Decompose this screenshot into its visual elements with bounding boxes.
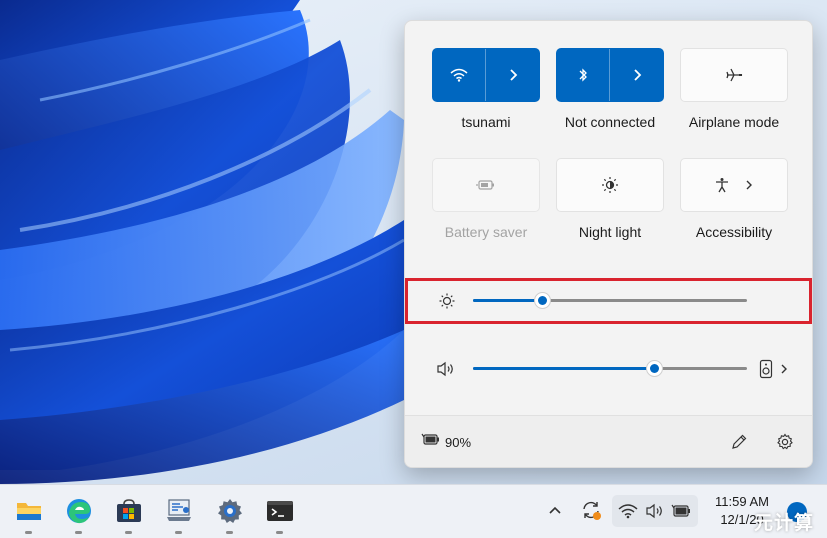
- night-light-tile-label: Night light: [545, 224, 675, 240]
- pencil-icon: [730, 433, 748, 451]
- chevron-right-icon: [779, 363, 789, 375]
- speaker-icon: [436, 361, 456, 377]
- open-settings-button[interactable]: [774, 431, 796, 453]
- show-hidden-icons-button[interactable]: [544, 499, 566, 521]
- accessibility-icon: [714, 177, 730, 193]
- wifi-icon: [450, 68, 468, 82]
- night-light-icon: [601, 176, 619, 194]
- brightness-slider[interactable]: [473, 299, 747, 302]
- battery-status[interactable]: [421, 432, 441, 446]
- chevron-right-icon: [632, 68, 642, 82]
- accessibility-tile[interactable]: [680, 158, 788, 212]
- audio-output-button[interactable]: [759, 358, 795, 380]
- taskbar-app-edge[interactable]: [62, 494, 96, 528]
- running-indicator: [125, 531, 132, 534]
- folder-icon: [15, 499, 43, 523]
- brightness-icon: [438, 292, 456, 310]
- gear-icon: [776, 433, 794, 451]
- brightness-slider-row: [405, 278, 813, 324]
- battery-icon: [421, 432, 441, 446]
- taskbar-app-device-manager[interactable]: [162, 494, 196, 528]
- bluetooth-tile-label: Not connected: [545, 114, 675, 130]
- accessibility-tile-label: Accessibility: [669, 224, 799, 240]
- volume-slider-row: [405, 347, 813, 393]
- battery-saver-tile-label: Battery saver: [421, 224, 551, 240]
- quick-settings-footer: 90%: [405, 415, 813, 468]
- device-manager-icon: [165, 498, 193, 524]
- wifi-expand-button[interactable]: [486, 49, 539, 101]
- taskbar: 11:59 AM 12/1/20: [0, 484, 827, 538]
- wifi-tile[interactable]: [432, 48, 540, 102]
- taskbar-app-store[interactable]: [112, 494, 146, 528]
- store-icon: [115, 498, 143, 524]
- sync-icon: [580, 499, 602, 521]
- quick-settings-tray-button[interactable]: [612, 495, 698, 527]
- battery-saver-tile[interactable]: [432, 158, 540, 212]
- wifi-tile-label: tsunami: [421, 114, 551, 130]
- terminal-icon: [266, 499, 294, 523]
- wifi-toggle[interactable]: [433, 49, 486, 101]
- watermark-text: 元计算: [754, 508, 814, 535]
- battery-icon: [671, 503, 693, 519]
- taskbar-app-settings[interactable]: [213, 494, 247, 528]
- running-indicator: [276, 531, 283, 534]
- speaker-icon: [645, 503, 665, 519]
- battery-saver-icon: [476, 178, 496, 192]
- volume-slider-thumb[interactable]: [646, 360, 663, 377]
- chevron-up-icon: [548, 505, 562, 515]
- bluetooth-icon: [578, 67, 588, 83]
- gear-icon: [216, 497, 244, 525]
- airplane-mode-tile-label: Airplane mode: [669, 114, 799, 130]
- running-indicator: [25, 531, 32, 534]
- volume-slider-fill: [473, 367, 654, 370]
- battery-percentage: 90%: [445, 435, 471, 450]
- airplane-mode-tile[interactable]: [680, 48, 788, 102]
- chevron-right-icon: [744, 179, 754, 191]
- wifi-icon: [618, 503, 638, 519]
- chevron-right-icon: [508, 68, 518, 82]
- taskbar-app-terminal[interactable]: [263, 494, 297, 528]
- running-indicator: [226, 531, 233, 534]
- brightness-slider-thumb[interactable]: [534, 292, 551, 309]
- airplane-icon: [725, 66, 743, 84]
- quick-settings-flyout: tsunami Not connected Airplane mode Batt…: [404, 20, 813, 468]
- audio-output-icon: [759, 359, 773, 379]
- edit-quick-settings-button[interactable]: [728, 431, 750, 453]
- windows-update-tray-icon[interactable]: [580, 499, 602, 521]
- volume-slider[interactable]: [473, 367, 747, 370]
- taskbar-app-file-explorer[interactable]: [12, 494, 46, 528]
- running-indicator: [175, 531, 182, 534]
- bluetooth-tile[interactable]: [556, 48, 664, 102]
- edge-icon: [65, 497, 93, 525]
- night-light-tile[interactable]: [556, 158, 664, 212]
- bluetooth-toggle[interactable]: [557, 49, 610, 101]
- bluetooth-expand-button[interactable]: [610, 49, 663, 101]
- brightness-slider-fill: [473, 299, 542, 302]
- running-indicator: [75, 531, 82, 534]
